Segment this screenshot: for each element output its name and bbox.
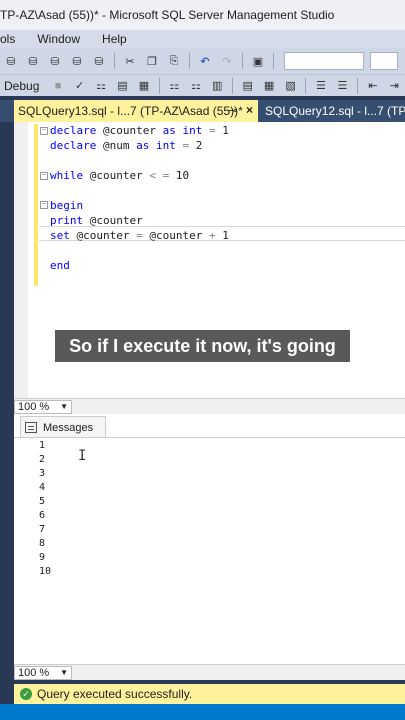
message-line: 5 xyxy=(39,496,46,507)
text-cursor-icon: I xyxy=(78,448,87,464)
close-icon[interactable]: × xyxy=(246,103,253,117)
chevron-down-icon: ▼ xyxy=(60,402,68,411)
menu-item-window[interactable]: Window xyxy=(37,32,80,46)
message-line: 1 xyxy=(39,440,46,451)
undo-icon[interactable]: ↶ xyxy=(196,52,214,70)
tab-label: SQLQuery12.sql - l...7 (TP-AZ\ xyxy=(265,104,405,118)
tab-messages[interactable]: Messages xyxy=(20,416,106,438)
code-line[interactable]: declare @num as int = 2 xyxy=(50,139,202,152)
message-line: 3 xyxy=(39,468,46,479)
search-dropdown[interactable] xyxy=(370,52,398,70)
app-status-strip xyxy=(0,704,405,720)
sql-editor-toolbar: Debug ■ ✓ ⚏ ▤ ▦ ⚏ ⚏ ▥ ▤ ▦ ▧ ☰ ☰ ⇤ ⇥ xyxy=(0,74,405,96)
increase-indent-icon[interactable]: ⇥ xyxy=(386,77,403,95)
collapse-toggle-icon[interactable]: − xyxy=(40,172,48,180)
menu-bar: ols Window Help xyxy=(0,30,405,48)
live-stats-icon[interactable]: ⚏ xyxy=(187,77,204,95)
results-zoom-bar: 100 % ▼ xyxy=(14,664,405,680)
code-line[interactable]: end xyxy=(50,259,70,272)
video-caption: So if I execute it now, it's going xyxy=(55,330,350,362)
collapse-toggle-icon[interactable]: − xyxy=(40,201,48,209)
results-grid-icon[interactable]: ▦ xyxy=(260,77,277,95)
tab-messages-label: Messages xyxy=(43,421,94,434)
collapse-toggle-icon[interactable]: − xyxy=(40,127,48,135)
zoom-value: 100 % xyxy=(18,400,50,413)
editor-zoom-bar: 100 % ▼ xyxy=(14,398,405,414)
debug-button[interactable]: Debug xyxy=(0,79,39,93)
status-message: Query executed successfully. xyxy=(37,687,193,701)
message-line: 6 xyxy=(39,510,46,521)
code-line[interactable]: begin xyxy=(50,199,83,212)
message-line: 2 xyxy=(39,454,46,465)
xmla-query-icon[interactable]: ⛁ xyxy=(68,52,86,70)
database-icon[interactable]: ⛁ xyxy=(2,52,20,70)
divider xyxy=(14,437,405,438)
cut-icon[interactable]: ✂ xyxy=(121,52,139,70)
redo-icon[interactable]: ↷ xyxy=(218,52,236,70)
results-file-icon[interactable]: ▧ xyxy=(282,77,299,95)
editor-zoom-select[interactable]: 100 % ▼ xyxy=(14,399,72,414)
results-to-text-icon[interactable]: ▤ xyxy=(114,77,131,95)
toolbar-separator xyxy=(231,77,233,94)
code-line[interactable]: print @counter xyxy=(50,214,143,227)
mdx-query-icon[interactable]: ⛁ xyxy=(24,52,42,70)
code-line[interactable]: set @counter = @counter + 1 xyxy=(50,229,229,242)
client-stats-icon[interactable]: ▥ xyxy=(209,77,226,95)
results-pane: Messages I 1 2 3 4 5 6 7 8 9 10 xyxy=(14,414,405,664)
zoom-value: 100 % xyxy=(18,666,50,679)
code-line[interactable]: declare @counter as int = 1 xyxy=(50,124,229,137)
toolbar-separator xyxy=(357,77,359,94)
decrease-indent-icon[interactable]: ⇤ xyxy=(364,77,381,95)
dax-query-icon[interactable]: ⛁ xyxy=(90,52,108,70)
results-text-icon[interactable]: ▤ xyxy=(239,77,256,95)
solution-config-dropdown[interactable] xyxy=(284,52,364,70)
chevron-down-icon: ▼ xyxy=(60,668,68,677)
tab-label: SQLQuery13.sql - l...7 (TP-AZ\Asad (55))… xyxy=(18,104,243,118)
results-zoom-select[interactable]: 100 % ▼ xyxy=(14,665,72,680)
pin-icon[interactable]: ⊸ xyxy=(228,104,237,117)
results-to-grid-icon[interactable]: ▦ xyxy=(135,77,152,95)
toolbar-separator xyxy=(242,53,243,69)
code-line[interactable]: while @counter < = 10 xyxy=(50,169,189,182)
title-bar: TP-AZ\Asad (55))* - Microsoft SQL Server… xyxy=(0,0,405,30)
message-line: 10 xyxy=(39,566,52,577)
document-tab-strip: SQLQuery13.sql - l...7 (TP-AZ\Asad (55))… xyxy=(0,100,405,122)
toolbar-separator xyxy=(273,53,274,69)
copy-icon[interactable]: ❐ xyxy=(143,52,161,70)
query-status-bar: ✓ Query executed successfully. xyxy=(14,684,405,704)
window-title: TP-AZ\Asad (55))* - Microsoft SQL Server… xyxy=(0,8,335,22)
messages-icon xyxy=(25,422,37,433)
uncomment-icon[interactable]: ☰ xyxy=(334,77,351,95)
activity-monitor-icon[interactable]: ▣ xyxy=(249,52,267,70)
comment-icon[interactable]: ☰ xyxy=(312,77,329,95)
parse-checkmark-icon[interactable]: ✓ xyxy=(71,77,88,95)
toolbar-separator xyxy=(158,77,160,94)
tab-sqlquery12[interactable]: SQLQuery12.sql - l...7 (TP-AZ\ xyxy=(262,100,405,122)
query-plan-icon[interactable]: ⚏ xyxy=(92,77,109,95)
include-plan-icon[interactable]: ⚏ xyxy=(166,77,183,95)
change-tracking-bar xyxy=(34,124,38,286)
message-line: 7 xyxy=(39,524,46,535)
toolbar-separator xyxy=(189,53,190,69)
toolbar-separator xyxy=(305,77,307,94)
message-line: 9 xyxy=(39,552,46,563)
message-line: 4 xyxy=(39,482,46,493)
paste-icon[interactable]: ⎘ xyxy=(165,52,183,70)
dmx-query-icon[interactable]: ⛁ xyxy=(46,52,64,70)
success-check-icon: ✓ xyxy=(20,688,32,700)
standard-toolbar: ⛁ ⛁ ⛁ ⛁ ⛁ ✂ ❐ ⎘ ↶ ↷ ▣ xyxy=(0,48,405,74)
tab-sqlquery13[interactable]: SQLQuery13.sql - l...7 (TP-AZ\Asad (55))… xyxy=(14,100,258,122)
menu-item-tools[interactable]: ols xyxy=(0,32,15,46)
editor-gutter xyxy=(14,122,28,398)
message-line: 8 xyxy=(39,538,46,549)
menu-item-help[interactable]: Help xyxy=(102,32,127,46)
toolbar-separator xyxy=(114,53,115,69)
stop-icon[interactable]: ■ xyxy=(49,77,66,95)
